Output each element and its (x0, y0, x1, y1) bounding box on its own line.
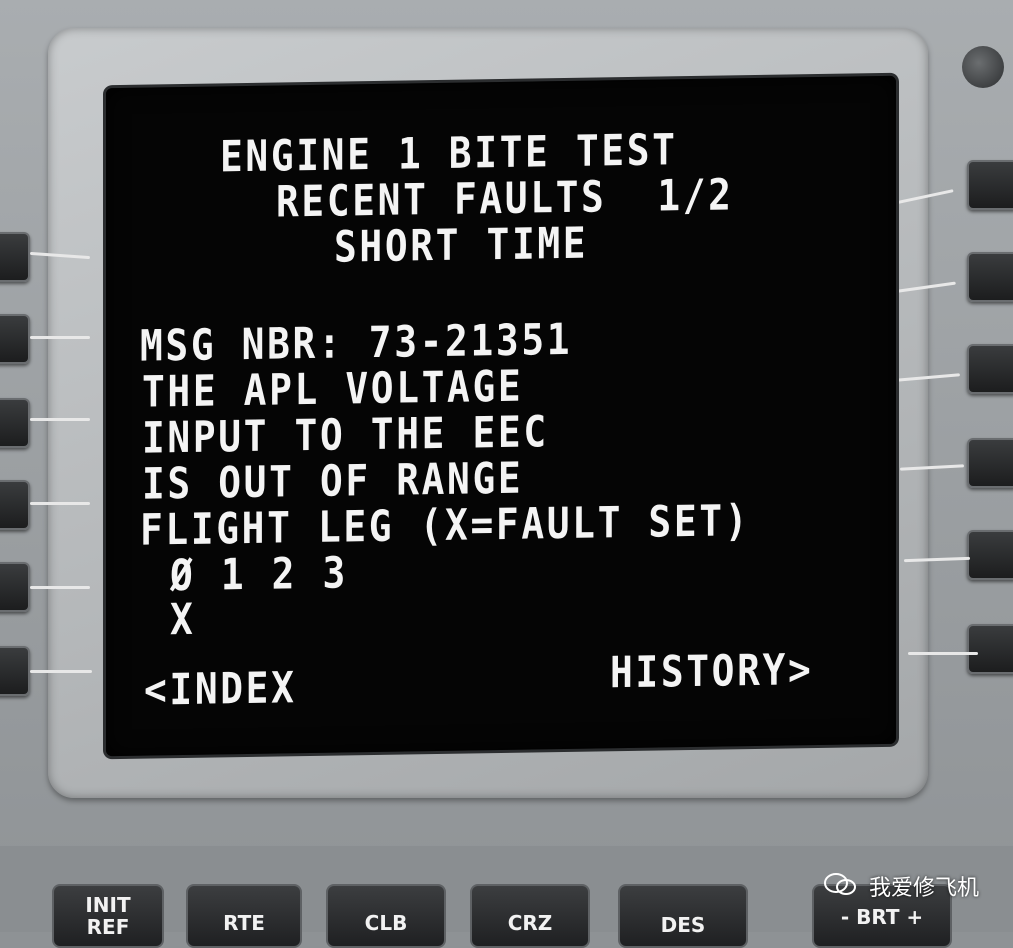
lsk-indicator-2l (30, 336, 90, 339)
line-select-key-4r[interactable] (967, 438, 1013, 488)
line-select-key-5r[interactable] (967, 530, 1013, 580)
page-mode: SHORT TIME (334, 218, 589, 273)
clb-key-label: CLB (364, 911, 408, 935)
history-link[interactable]: HISTORY> (610, 645, 813, 698)
wechat-icon (824, 873, 856, 895)
line-select-key-3r[interactable] (967, 344, 1013, 394)
line-select-key-6l[interactable] (0, 646, 30, 696)
bezel-screw (962, 46, 1004, 88)
lsk-indicator-3l (30, 418, 90, 421)
init-ref-key-label-2: REF (86, 915, 130, 939)
clb-key[interactable]: CLB (326, 884, 446, 948)
cdu-screen: ENGINE 1 BITE TEST RECENT FAULTS 1/2 SHO… (106, 75, 896, 757)
init-ref-key-label: INIT (85, 893, 131, 917)
line-select-key-2l[interactable] (0, 314, 30, 364)
watermark-text: 我爱修飞机 (868, 876, 979, 901)
line-select-key-3l[interactable] (0, 398, 30, 448)
rte-key[interactable]: RTE (186, 884, 302, 948)
index-link[interactable]: <INDEX (144, 663, 297, 715)
lsk-indicator-5l (30, 586, 90, 589)
des-key-label: DES (660, 913, 706, 937)
lsk-indicator-6r (908, 652, 978, 655)
flight-leg-numbers: Ø 1 2 3 (170, 548, 348, 602)
line-select-key-1r[interactable] (967, 160, 1013, 210)
page-subtitle: RECENT FAULTS 1/2 (276, 170, 734, 228)
init-ref-key[interactable]: INIT REF (52, 884, 164, 948)
crz-key-label: CRZ (507, 911, 553, 935)
line-select-key-6r[interactable] (967, 624, 1013, 674)
rte-key-label: RTE (223, 911, 265, 935)
brightness-key-label: - BRT + (840, 905, 924, 929)
line-select-key-4l[interactable] (0, 480, 30, 530)
line-select-key-5l[interactable] (0, 562, 30, 612)
lsk-indicator-6l (30, 670, 92, 673)
des-key[interactable]: DES (618, 884, 748, 948)
crz-key[interactable]: CRZ (470, 884, 590, 948)
line-select-key-2r[interactable] (967, 252, 1013, 302)
line-select-key-1l[interactable] (0, 232, 30, 282)
lsk-indicator-4l (30, 502, 90, 505)
flight-leg-header: FLIGHT LEG (X=FAULT SET) (140, 496, 751, 556)
flight-leg-fault-mark: X (170, 594, 196, 646)
